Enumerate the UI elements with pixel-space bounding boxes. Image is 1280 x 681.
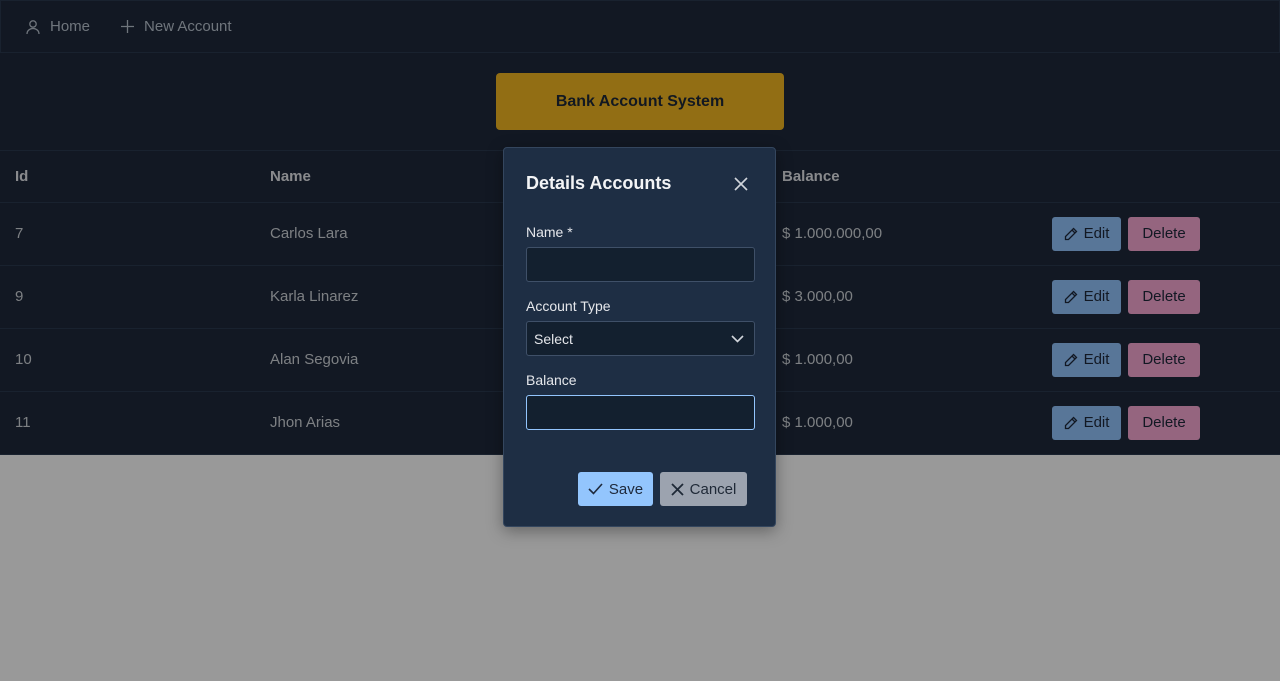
name-label: Name * [526,224,573,240]
balance-label: Balance [526,372,577,388]
balance-input[interactable] [526,395,755,430]
dialog-close-button[interactable] [731,174,751,194]
close-icon [734,177,748,191]
dialog-title: Details Accounts [526,173,672,193]
account-type-label: Account Type [526,298,611,314]
save-button[interactable]: Save [578,472,653,506]
x-icon [671,482,684,496]
check-icon [588,483,603,495]
details-accounts-dialog: Details Accounts Name * Account Type Sel… [503,147,776,527]
account-type-select[interactable]: Select [526,321,755,356]
app-root: Home New Account Bank Account System Id … [0,0,1280,681]
account-type-value: Select [534,330,573,347]
cancel-label: Cancel [689,480,737,498]
save-label: Save [608,480,644,498]
name-input[interactable] [526,247,755,282]
cancel-button[interactable]: Cancel [660,472,747,506]
chevron-down-icon [731,334,744,343]
